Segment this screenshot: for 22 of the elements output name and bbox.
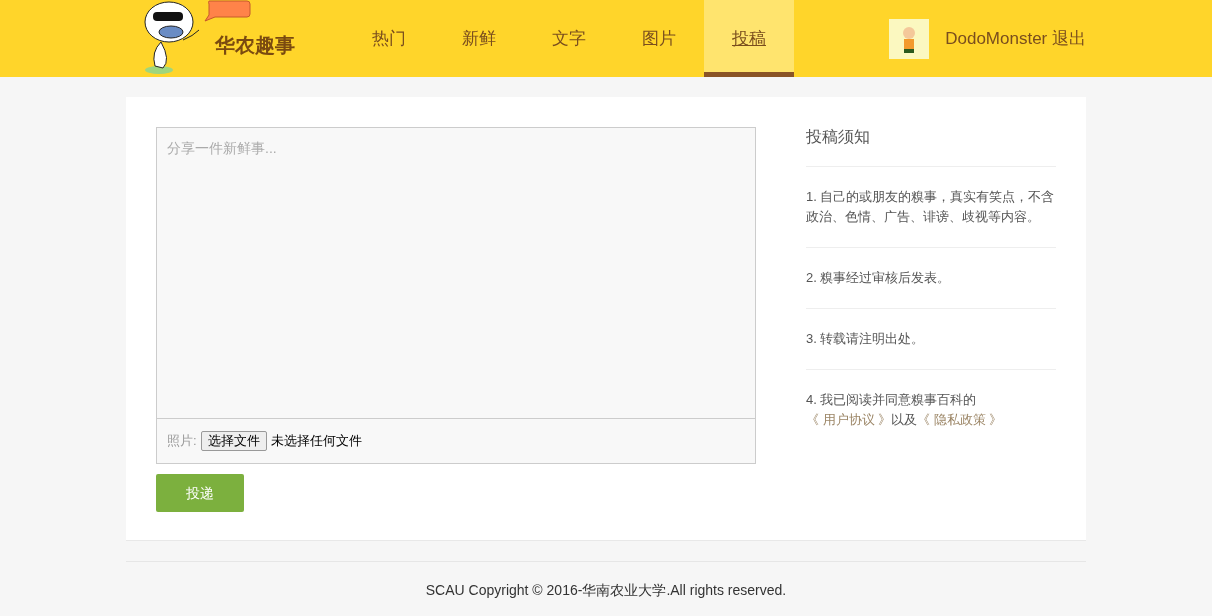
- policy-link[interactable]: 《 用户协议 》: [806, 412, 892, 428]
- choose-file-button[interactable]: 选择文件: [200, 431, 267, 451]
- notice-title: 投稿须知: [806, 127, 1056, 168]
- nav-tab[interactable]: 新鲜: [434, 0, 524, 77]
- nav-tab[interactable]: 图片: [614, 0, 704, 77]
- nav-tab[interactable]: 文字: [524, 0, 614, 77]
- user-link[interactable]: DodoMonster 退出: [945, 25, 1086, 52]
- nav-tab[interactable]: 热门: [344, 0, 434, 77]
- post-textarea[interactable]: 分享一件新鲜事...: [156, 127, 756, 419]
- notice-item: 1. 自己的或朋友的糗事，真实有笑点，不含政治、色情、广告、诽谤、歧视等内容。: [806, 167, 1056, 249]
- photo-label: 照片:: [167, 432, 197, 451]
- footer-copyright: SCAU Copyright © 2016-华南农业大学.All rights reserved.: [126, 561, 1086, 601]
- notice-item: 3. 转载请注明出处。: [806, 309, 1056, 371]
- speech-bubble-icon: [203, 0, 251, 22]
- notice-text: 以及: [891, 412, 918, 428]
- logo-text: 华农趣事: [215, 32, 295, 59]
- notice-text: 4. 我已阅读并同意糗事百科的: [806, 392, 977, 408]
- notice-item: 2. 糗事经过审核后发表。: [806, 248, 1056, 310]
- nav-tab[interactable]: 投稿: [704, 0, 794, 77]
- avatar-icon: [889, 18, 930, 59]
- file-status-text: 未选择任何文件: [270, 432, 362, 451]
- policy-link[interactable]: 《 隐私政策 》: [917, 412, 1003, 428]
